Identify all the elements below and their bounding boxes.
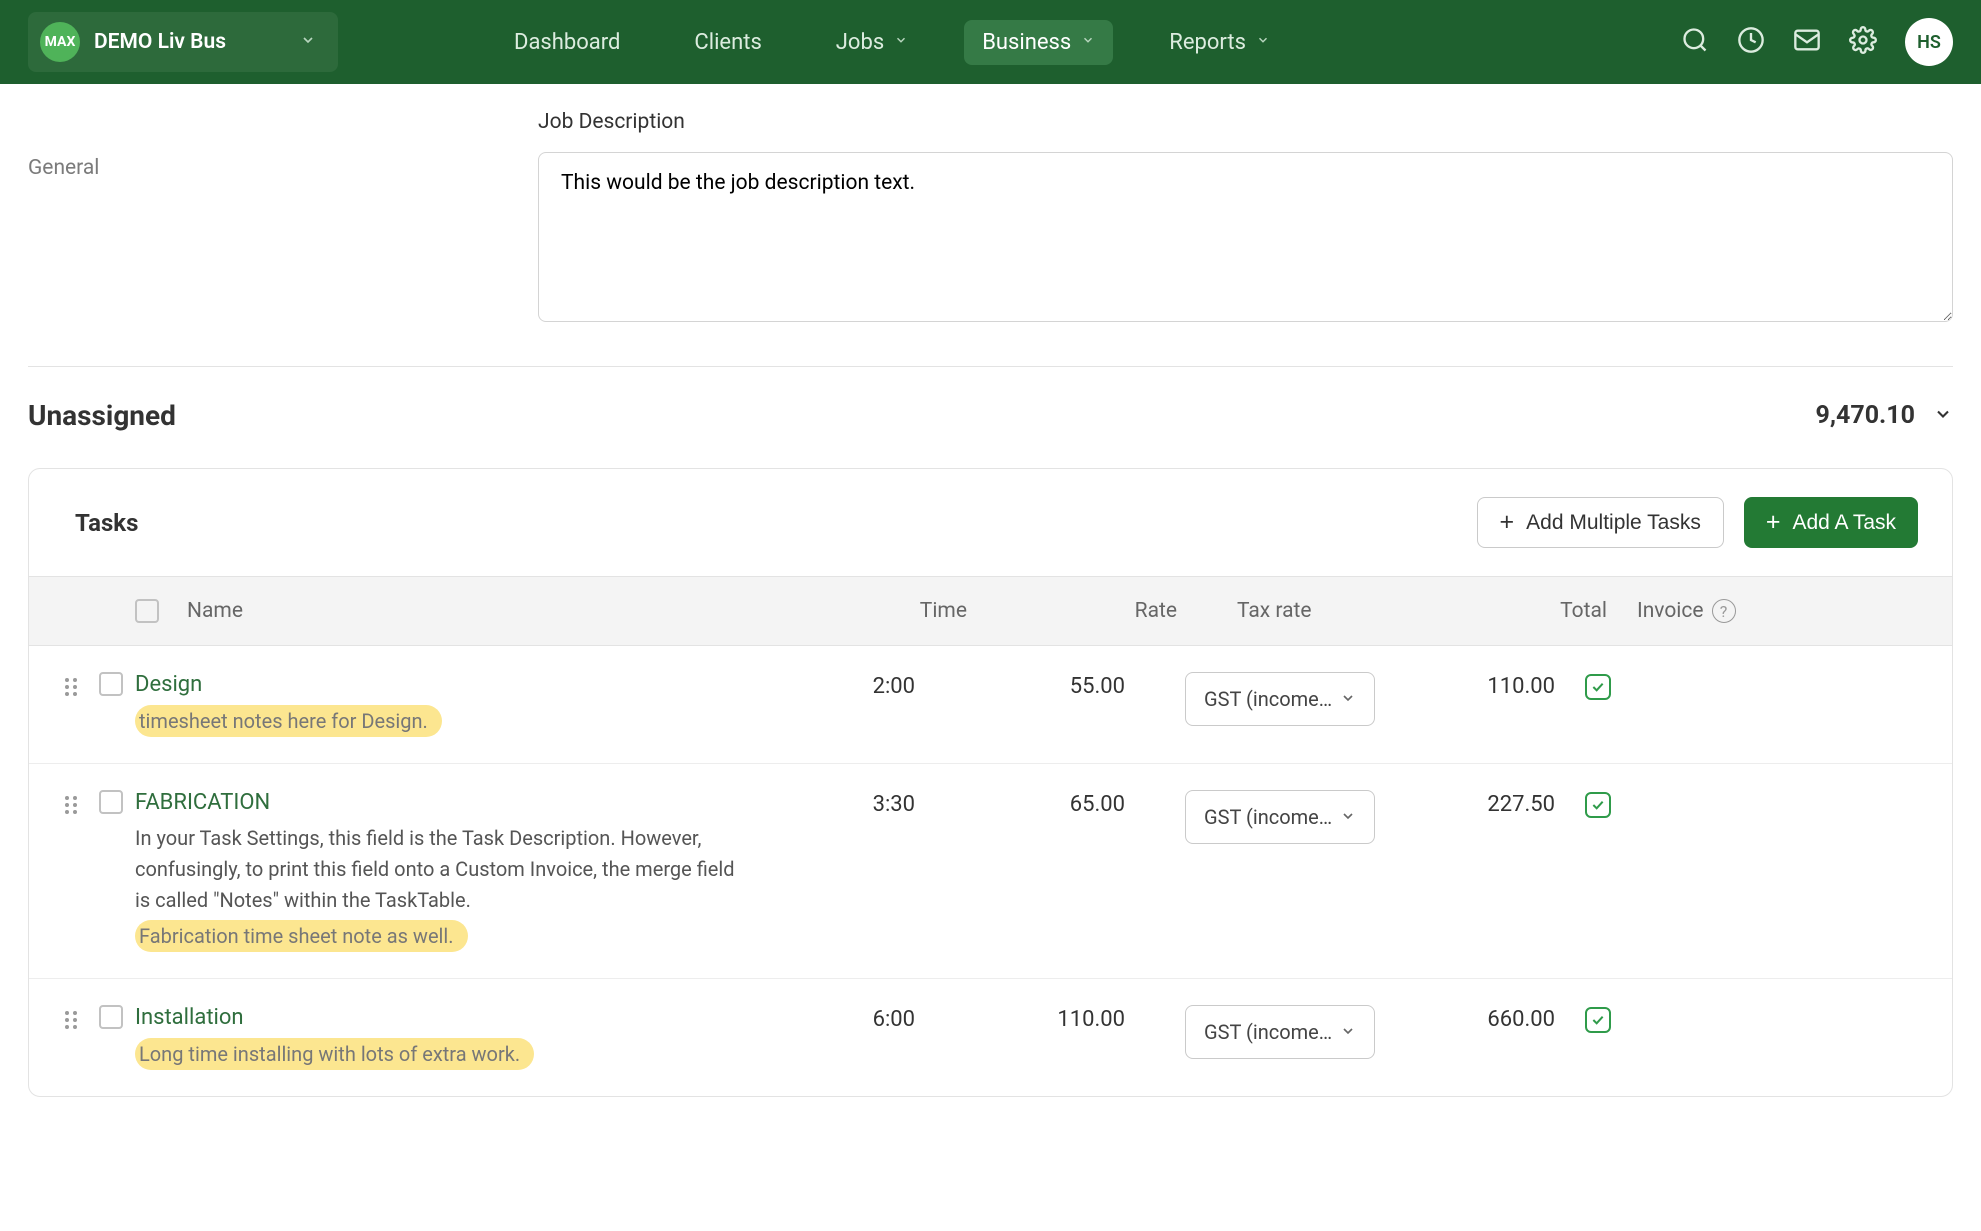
chevron-down-icon [1340,1020,1356,1044]
task-note-highlight: timesheet notes here for Design. [135,705,442,737]
task-total: 110.00 [1385,672,1585,699]
task-rate: 110.00 [945,1005,1155,1032]
invoice-checkbox[interactable] [1585,674,1611,700]
task-name-link[interactable]: FABRICATION [135,790,735,815]
page-content: General Job Description Unassigned 9,470… [0,84,1981,1123]
tax-value: GST (income… [1204,1020,1332,1044]
topbar: MAX DEMO Liv Bus Dashboard Clients Jobs … [0,0,1981,84]
task-time: 3:30 [735,790,945,817]
chevron-down-icon [1081,33,1095,51]
chevron-down-icon [1933,404,1953,428]
tasks-panel: Tasks + Add Multiple Tasks + Add A Task … [28,468,1953,1097]
task-description: In your Task Settings, this field is the… [135,823,735,916]
select-all-checkbox[interactable] [135,599,159,623]
side-label: General [28,156,538,180]
nav-reports-label: Reports [1169,30,1246,55]
task-total: 227.50 [1385,790,1585,817]
search-icon[interactable] [1681,26,1709,58]
chevron-down-icon [300,32,316,52]
row-checkbox[interactable] [99,1005,123,1029]
drag-handle-icon[interactable] [63,790,99,816]
nav-business-label: Business [982,30,1071,55]
section-total: 9,470.10 [1816,401,1915,430]
tax-rate-select[interactable]: GST (income… [1185,790,1375,844]
column-total: Total [1437,599,1637,623]
mail-icon[interactable] [1793,26,1821,58]
add-task-button[interactable]: + Add A Task [1744,497,1918,548]
chevron-down-icon [1340,805,1356,829]
button-label: Add A Task [1792,511,1896,535]
gear-icon[interactable] [1849,26,1877,58]
description-label: Job Description [538,110,1953,134]
tax-rate-select[interactable]: GST (income… [1185,1005,1375,1059]
nav-business[interactable]: Business [964,20,1113,65]
button-label: Add Multiple Tasks [1526,511,1701,535]
task-name-link[interactable]: Installation [135,1005,735,1030]
task-row: Installation Long time installing with l… [29,979,1952,1096]
task-row: FABRICATION In your Task Settings, this … [29,764,1952,979]
task-name-link[interactable]: Design [135,672,735,697]
column-rate: Rate [997,599,1207,623]
plus-icon: + [1500,510,1515,535]
section-title: Unassigned [28,399,176,432]
plus-icon: + [1766,510,1781,535]
column-invoice: Invoice ? [1637,599,1747,623]
nav-jobs[interactable]: Jobs [818,20,926,65]
chevron-down-icon [1340,687,1356,711]
task-note-highlight: Long time installing with lots of extra … [135,1038,534,1070]
task-note-highlight: Fabrication time sheet note as well. [135,920,468,952]
invoice-checkbox[interactable] [1585,792,1611,818]
org-name: DEMO Liv Bus [94,30,226,54]
task-row: Design timesheet notes here for Design. … [29,646,1952,764]
column-time: Time [787,599,997,623]
invoice-checkbox[interactable] [1585,1007,1611,1033]
org-avatar: MAX [40,22,80,62]
tax-value: GST (income… [1204,805,1332,829]
topbar-right: HS [1681,18,1953,66]
task-time: 6:00 [735,1005,945,1032]
column-name: Name [187,599,787,623]
task-rate: 55.00 [945,672,1155,699]
nav-clients[interactable]: Clients [676,20,779,65]
task-total: 660.00 [1385,1005,1585,1032]
chevron-down-icon [894,33,908,51]
help-icon[interactable]: ? [1712,599,1736,623]
task-rate: 65.00 [945,790,1155,817]
nav-dashboard[interactable]: Dashboard [496,20,638,65]
add-multiple-tasks-button[interactable]: + Add Multiple Tasks [1477,497,1724,548]
tasks-table-header: Name Time Rate Tax rate Total Invoice ? [29,576,1952,646]
main-nav: Dashboard Clients Jobs Business Reports [496,20,1288,65]
job-description-input[interactable] [538,152,1953,322]
drag-handle-icon[interactable] [63,672,99,698]
drag-handle-icon[interactable] [63,1005,99,1031]
tasks-actions: + Add Multiple Tasks + Add A Task [1477,497,1918,548]
section-header: Unassigned 9,470.10 [28,399,1953,432]
nav-reports[interactable]: Reports [1151,20,1288,65]
column-tax: Tax rate [1207,599,1437,623]
section-total-toggle[interactable]: 9,470.10 [1816,401,1953,430]
user-avatar[interactable]: HS [1905,18,1953,66]
chevron-down-icon [1256,33,1270,51]
row-checkbox[interactable] [99,672,123,696]
tax-rate-select[interactable]: GST (income… [1185,672,1375,726]
row-checkbox[interactable] [99,790,123,814]
tasks-header: Tasks + Add Multiple Tasks + Add A Task [29,469,1952,576]
tasks-title: Tasks [75,509,138,537]
task-time: 2:00 [735,672,945,699]
nav-jobs-label: Jobs [836,30,884,55]
org-switcher[interactable]: MAX DEMO Liv Bus [28,12,338,72]
job-description-section: General Job Description [28,110,1953,367]
clock-icon[interactable] [1737,26,1765,58]
tax-value: GST (income… [1204,687,1332,711]
